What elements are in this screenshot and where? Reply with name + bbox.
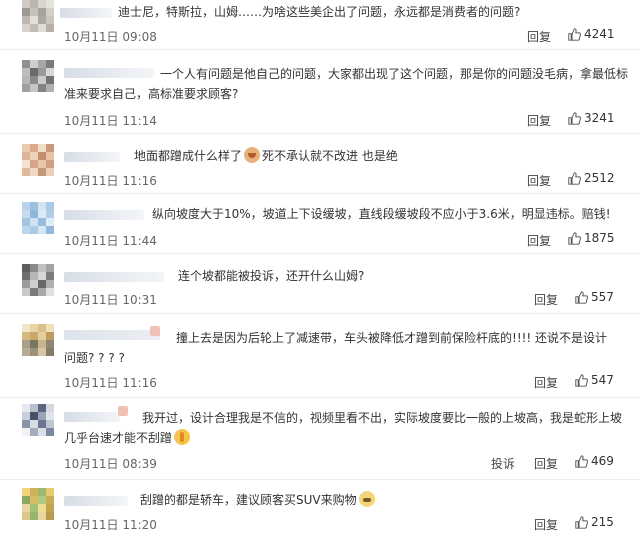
comment-text-line2: 几乎台速才能不刮蹭 bbox=[64, 428, 192, 448]
username-blurred[interactable] bbox=[64, 272, 164, 282]
username-blurred[interactable] bbox=[64, 210, 144, 220]
comment-text-line2: 准来要求自己，高标准要求顾客? bbox=[64, 87, 239, 101]
comment-time: 10月11日 11:20 bbox=[64, 518, 157, 532]
like-count: 547 bbox=[591, 373, 614, 387]
like-count: 4241 bbox=[584, 27, 615, 41]
thumbs-up-icon bbox=[568, 27, 581, 41]
avatar[interactable] bbox=[22, 404, 54, 436]
report-button[interactable]: 投诉 bbox=[491, 455, 515, 472]
comment-text-line2-text: 几乎台速才能不刮蹭 bbox=[64, 431, 173, 445]
like-button[interactable]: 469 bbox=[575, 454, 614, 468]
username-blurred[interactable] bbox=[60, 8, 112, 18]
like-button[interactable]: 4241 bbox=[568, 27, 615, 41]
like-button[interactable]: 557 bbox=[575, 290, 614, 304]
cat-emoji-icon bbox=[244, 147, 261, 163]
comment-time: 10月11日 11:16 bbox=[64, 376, 157, 390]
comment-text: 纵向坡度大于10%，坡道上下设缓坡，直线段缓坡段不应小于3.6米，明显违标。赔钱… bbox=[152, 207, 611, 221]
like-count: 1875 bbox=[584, 231, 615, 245]
doge-emoji-icon bbox=[358, 491, 375, 507]
reply-button[interactable]: 回复 bbox=[527, 28, 551, 45]
username-badge bbox=[118, 406, 128, 416]
comment-text-line1: 撞上去是因为后轮上了减速带，车头被降低才蹭到前保险杆底的!!!! 还说不是设计 bbox=[176, 331, 608, 345]
like-count: 557 bbox=[591, 290, 614, 304]
comment-text: 连个坡都能被投诉，还开什么山姆? bbox=[178, 269, 365, 283]
username-blurred[interactable] bbox=[64, 68, 154, 78]
like-count: 2512 bbox=[584, 171, 615, 185]
comment-time: 10月11日 11:14 bbox=[64, 114, 157, 128]
pray-emoji-icon bbox=[174, 429, 191, 445]
thumbs-up-icon bbox=[575, 373, 588, 387]
like-button[interactable]: 547 bbox=[575, 373, 614, 387]
comment-item: 地面都蹭成什么样了 死不承认就不改进 也是绝 10月11日 11:16 回复 25… bbox=[0, 134, 640, 194]
comment-item: 刮蹭的都是轿车，建议顾客买SUV来购物 10月11日 11:20 回复 215 bbox=[0, 480, 640, 541]
reply-button[interactable]: 回复 bbox=[527, 112, 551, 129]
thumbs-up-icon bbox=[575, 515, 588, 529]
username-blurred[interactable] bbox=[64, 496, 128, 506]
comment-item: 连个坡都能被投诉，还开什么山姆? 10月11日 10:31 回复 557 bbox=[0, 254, 640, 314]
reply-button[interactable]: 回复 bbox=[534, 291, 558, 308]
reply-button[interactable]: 回复 bbox=[534, 455, 558, 472]
comment-time: 10月11日 10:31 bbox=[64, 293, 157, 307]
avatar[interactable] bbox=[22, 324, 54, 356]
comment-text-part2: 死不承认就不改进 也是绝 bbox=[262, 149, 398, 163]
thumbs-up-icon bbox=[568, 231, 581, 245]
comment-time: 10月11日 11:44 bbox=[64, 234, 157, 248]
reply-button[interactable]: 回复 bbox=[534, 374, 558, 391]
comment-text: 地面都蹭成什么样了 死不承认就不改进 也是绝 bbox=[134, 146, 398, 166]
username-blurred[interactable] bbox=[64, 330, 160, 340]
avatar[interactable] bbox=[22, 488, 54, 520]
like-button[interactable]: 2512 bbox=[568, 171, 615, 185]
comment-text: 迪士尼，特斯拉，山姆……为啥这些美企出了问题，永远都是消费者的问题? bbox=[118, 5, 521, 19]
comment-time: 10月11日 11:16 bbox=[64, 174, 157, 188]
username-blurred[interactable] bbox=[64, 152, 120, 162]
comment-text: 刮蹭的都是轿车，建议顾客买SUV来购物 bbox=[140, 490, 377, 510]
username-blurred[interactable] bbox=[64, 412, 120, 422]
thumbs-up-icon bbox=[568, 111, 581, 125]
comment-time: 10月11日 09:08 bbox=[64, 30, 157, 44]
comment-item: 撞上去是因为后轮上了减速带，车头被降低才蹭到前保险杆底的!!!! 还说不是设计 … bbox=[0, 314, 640, 398]
comment-item: 一个人有问题是他自己的问题，大家都出现了这个问题，那是你的问题没毛病，拿最低标 … bbox=[0, 50, 640, 134]
comment-item: 我开过，设计合理我是不信的，视频里看不出，实际坡度要比一般的上坡高，我是蛇形上坡… bbox=[0, 398, 640, 480]
reply-button[interactable]: 回复 bbox=[527, 232, 551, 249]
avatar[interactable] bbox=[22, 0, 54, 32]
avatar[interactable] bbox=[22, 60, 54, 92]
comment-text-line2: 问题? ? ? ? bbox=[64, 351, 125, 365]
comment-text-part1: 地面都蹭成什么样了 bbox=[134, 149, 243, 163]
comment-text-line1: 我开过，设计合理我是不信的，视频里看不出，实际坡度要比一般的上坡高，我是蛇形上坡 bbox=[142, 411, 623, 425]
reply-button[interactable]: 回复 bbox=[527, 172, 551, 189]
avatar[interactable] bbox=[22, 202, 54, 234]
username-badge bbox=[150, 326, 160, 336]
comment-item: 纵向坡度大于10%，坡道上下设缓坡，直线段缓坡段不应小于3.6米，明显违标。赔钱… bbox=[0, 194, 640, 254]
reply-button[interactable]: 回复 bbox=[534, 516, 558, 533]
comment-text-body: 刮蹭的都是轿车，建议顾客买SUV来购物 bbox=[140, 493, 357, 507]
comment-item: 迪士尼，特斯拉，山姆……为啥这些美企出了问题，永远都是消费者的问题? 10月11… bbox=[0, 0, 640, 50]
thumbs-up-icon bbox=[568, 171, 581, 185]
like-count: 215 bbox=[591, 515, 614, 529]
like-button[interactable]: 1875 bbox=[568, 231, 615, 245]
like-button[interactable]: 215 bbox=[575, 515, 614, 529]
avatar[interactable] bbox=[22, 264, 54, 296]
avatar[interactable] bbox=[22, 144, 54, 176]
like-count: 3241 bbox=[584, 111, 615, 125]
thumbs-up-icon bbox=[575, 290, 588, 304]
comment-time: 10月11日 08:39 bbox=[64, 457, 157, 471]
comment-text-line1: 一个人有问题是他自己的问题，大家都出现了这个问题，那是你的问题没毛病，拿最低标 bbox=[160, 67, 629, 81]
like-count: 469 bbox=[591, 454, 614, 468]
like-button[interactable]: 3241 bbox=[568, 111, 615, 125]
thumbs-up-icon bbox=[575, 454, 588, 468]
